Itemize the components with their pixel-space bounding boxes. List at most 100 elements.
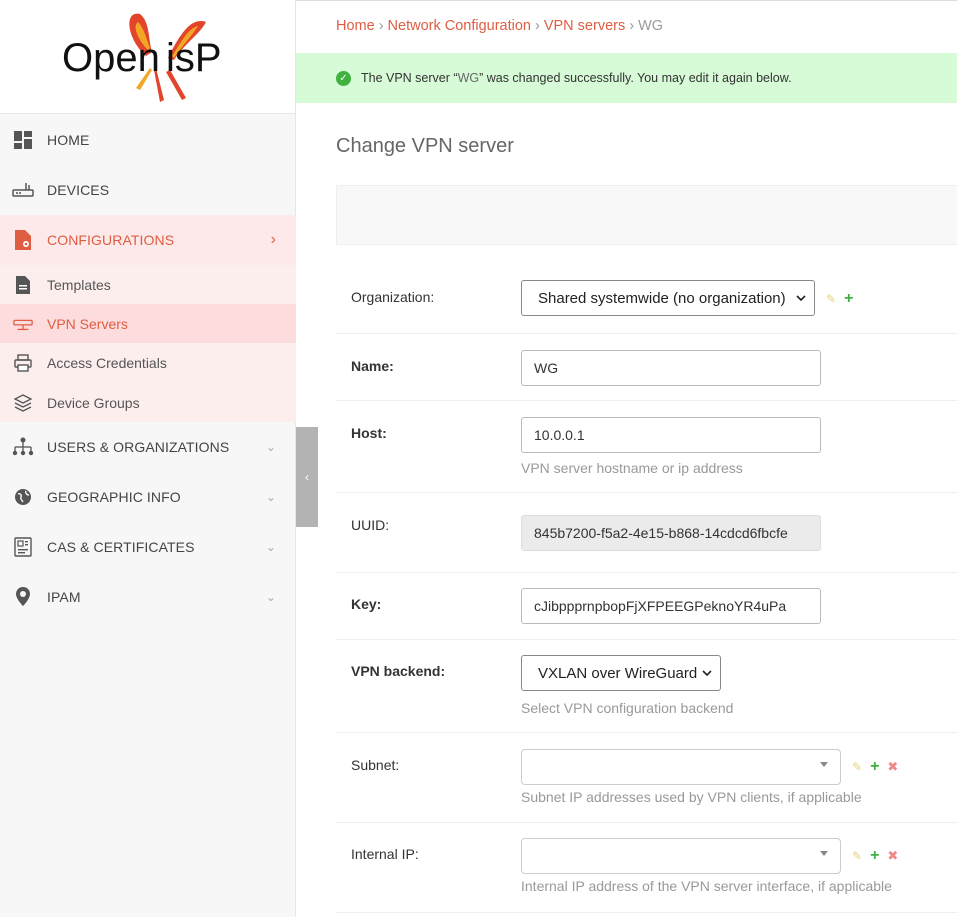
sidebar-item-label: USERS & ORGANIZATIONS bbox=[47, 439, 230, 455]
breadcrumb-vpn-servers-link[interactable]: VPN servers bbox=[544, 18, 625, 34]
message-suffix: ” was changed successfully. You may edit… bbox=[479, 71, 792, 85]
page-title: Change VPN server bbox=[336, 135, 514, 157]
sidebar-item-label: CONFIGURATIONS bbox=[47, 232, 175, 248]
form-row-uuid: UUID: 845b7200-f5a2-4e15-b868-14cdcd6fbc… bbox=[336, 493, 957, 573]
organization-select[interactable]: Shared systemwide (no organization) bbox=[521, 280, 815, 316]
subnet-select[interactable] bbox=[521, 749, 841, 785]
delete-x-icon[interactable]: ✖ bbox=[887, 759, 898, 775]
sidebar-subitem-vpn-servers[interactable]: VPN Servers bbox=[0, 304, 296, 343]
subnet-actions: ✎ + ✖ bbox=[852, 758, 898, 776]
sidebar-item-devices[interactable]: DEVICES bbox=[0, 165, 296, 215]
organization-actions: ✎ + bbox=[826, 290, 853, 308]
organization-selected-value: Shared systemwide (no organization) bbox=[538, 289, 786, 307]
chevron-down-icon bbox=[702, 668, 712, 679]
edit-pencil-icon[interactable]: ✎ bbox=[852, 849, 862, 863]
sidebar-item-home[interactable]: HOME bbox=[0, 115, 296, 165]
dashboard-icon bbox=[12, 129, 34, 151]
sidebar: Open isP HOME DEVICES CONFIGURATIONS › T… bbox=[0, 0, 296, 917]
breadcrumb-network-configuration-link[interactable]: Network Configuration bbox=[388, 18, 531, 34]
vpn-backend-selected-value: VXLAN over WireGuard bbox=[538, 664, 698, 682]
name-input[interactable]: WG bbox=[521, 350, 821, 386]
chevron-down-icon bbox=[820, 851, 828, 856]
internal-ip-select[interactable] bbox=[521, 838, 841, 874]
add-plus-icon[interactable]: + bbox=[870, 847, 879, 865]
breadcrumb-home-link[interactable]: Home bbox=[336, 18, 375, 34]
uuid-readonly-field: 845b7200-f5a2-4e15-b868-14cdcd6fbcfe bbox=[521, 515, 821, 551]
sidebar-item-label: IPAM bbox=[47, 589, 81, 605]
add-plus-icon[interactable]: + bbox=[870, 758, 879, 776]
vpn-backend-help-text: Select VPN configuration backend bbox=[521, 700, 734, 716]
form-row-organization: Organization: Shared systemwide (no orga… bbox=[336, 264, 957, 334]
globe-icon bbox=[12, 486, 34, 508]
success-message-text: The VPN server “WG” was changed successf… bbox=[361, 71, 792, 85]
organization-label: Organization: bbox=[351, 289, 435, 305]
name-input-value: WG bbox=[534, 360, 559, 376]
form-row-internal-ip: Internal IP: ✎ + ✖ Internal IP address o… bbox=[336, 823, 957, 913]
uuid-label: UUID: bbox=[351, 517, 390, 533]
delete-x-icon[interactable]: ✖ bbox=[887, 848, 898, 864]
sidebar-item-label: HOME bbox=[47, 132, 90, 148]
sidebar-item-geographic-info[interactable]: GEOGRAPHIC INFO ⌄ bbox=[0, 472, 296, 522]
chevron-down-icon: ⌄ bbox=[265, 440, 276, 454]
logo-text-isp: isP bbox=[166, 36, 222, 80]
breadcrumb-separator: › bbox=[629, 18, 635, 34]
sidebar-item-ipam[interactable]: IPAM ⌄ bbox=[0, 572, 296, 622]
openwisp-logo[interactable]: Open isP bbox=[60, 8, 240, 106]
sidebar-subitem-templates[interactable]: Templates bbox=[0, 265, 296, 304]
message-prefix: The VPN server “ bbox=[361, 71, 458, 85]
host-label: Host: bbox=[351, 425, 387, 441]
sidebar-subitem-label: Templates bbox=[47, 276, 111, 293]
host-input[interactable]: 10.0.0.1 bbox=[521, 417, 821, 453]
sidebar-subitem-device-groups[interactable]: Device Groups bbox=[0, 383, 296, 422]
breadcrumb-separator: › bbox=[535, 18, 540, 34]
sidebar-item-users-organizations[interactable]: USERS & ORGANIZATIONS ⌄ bbox=[0, 422, 296, 472]
sidebar-subitem-label: Device Groups bbox=[47, 394, 140, 411]
edit-pencil-icon[interactable]: ✎ bbox=[852, 760, 862, 774]
host-input-value: 10.0.0.1 bbox=[534, 427, 585, 443]
chevron-down-icon: ⌄ bbox=[265, 590, 276, 604]
form-row-vpn-backend: VPN backend: VXLAN over WireGuard Select… bbox=[336, 640, 957, 733]
subnet-label: Subnet: bbox=[351, 757, 400, 773]
sidebar-collapse-handle[interactable]: ‹ bbox=[296, 427, 318, 527]
org-chart-icon bbox=[12, 436, 34, 458]
chevron-left-icon: ‹ bbox=[305, 470, 309, 484]
form-row-key: Key: cJibppprnpbopFjXFPEEGPeknoYR4uPa bbox=[336, 573, 957, 640]
sidebar-item-cas-certificates[interactable]: CAS & CERTIFICATES ⌄ bbox=[0, 522, 296, 572]
printer-icon bbox=[13, 353, 33, 373]
key-input-value: cJibppprnpbopFjXFPEEGPeknoYR4uPa bbox=[534, 598, 787, 614]
router-icon bbox=[12, 179, 34, 201]
vpn-icon bbox=[13, 314, 33, 334]
edit-pencil-icon[interactable]: ✎ bbox=[826, 292, 836, 306]
sidebar-item-label: GEOGRAPHIC INFO bbox=[47, 489, 181, 505]
layers-icon bbox=[13, 393, 33, 413]
sidebar-item-label: DEVICES bbox=[47, 182, 110, 198]
success-message: ✓ The VPN server “WG” was changed succes… bbox=[296, 53, 957, 103]
logo-area: Open isP bbox=[0, 0, 295, 114]
name-label: Name: bbox=[351, 358, 394, 374]
check-circle-icon: ✓ bbox=[336, 70, 351, 86]
vpn-backend-select[interactable]: VXLAN over WireGuard bbox=[521, 655, 721, 691]
message-object-name: WG bbox=[457, 71, 480, 85]
sidebar-item-configurations[interactable]: CONFIGURATIONS › bbox=[0, 215, 296, 265]
chevron-down-icon: ⌄ bbox=[265, 540, 276, 554]
logo-text-open: Open bbox=[62, 36, 160, 80]
chevron-down-icon bbox=[796, 293, 806, 304]
breadcrumb-current: WG bbox=[638, 18, 664, 34]
key-label: Key: bbox=[351, 596, 382, 612]
host-help-text: VPN server hostname or ip address bbox=[521, 460, 743, 476]
key-input[interactable]: cJibppprnpbopFjXFPEEGPeknoYR4uPa bbox=[521, 588, 821, 624]
chevron-down-icon: ⌄ bbox=[265, 490, 276, 504]
map-pin-icon bbox=[12, 586, 34, 608]
form-row-name: Name: WG bbox=[336, 334, 957, 401]
document-icon bbox=[13, 275, 33, 295]
sidebar-subitem-access-credentials[interactable]: Access Credentials bbox=[0, 343, 296, 383]
internal-ip-label: Internal IP: bbox=[351, 846, 419, 862]
sidebar-item-label: CAS & CERTIFICATES bbox=[47, 539, 195, 555]
chevron-down-icon bbox=[820, 762, 828, 767]
breadcrumb: Home › Network Configuration › VPN servers › W… bbox=[336, 18, 663, 34]
vpn-backend-label: VPN backend: bbox=[351, 663, 446, 679]
internal-ip-help-text: Internal IP address of the VPN server in… bbox=[521, 878, 892, 894]
subnet-help-text: Subnet IP addresses used by VPN clients,… bbox=[521, 789, 862, 805]
add-plus-icon[interactable]: + bbox=[844, 290, 853, 308]
sidebar-subitem-label: Access Credentials bbox=[47, 355, 167, 371]
